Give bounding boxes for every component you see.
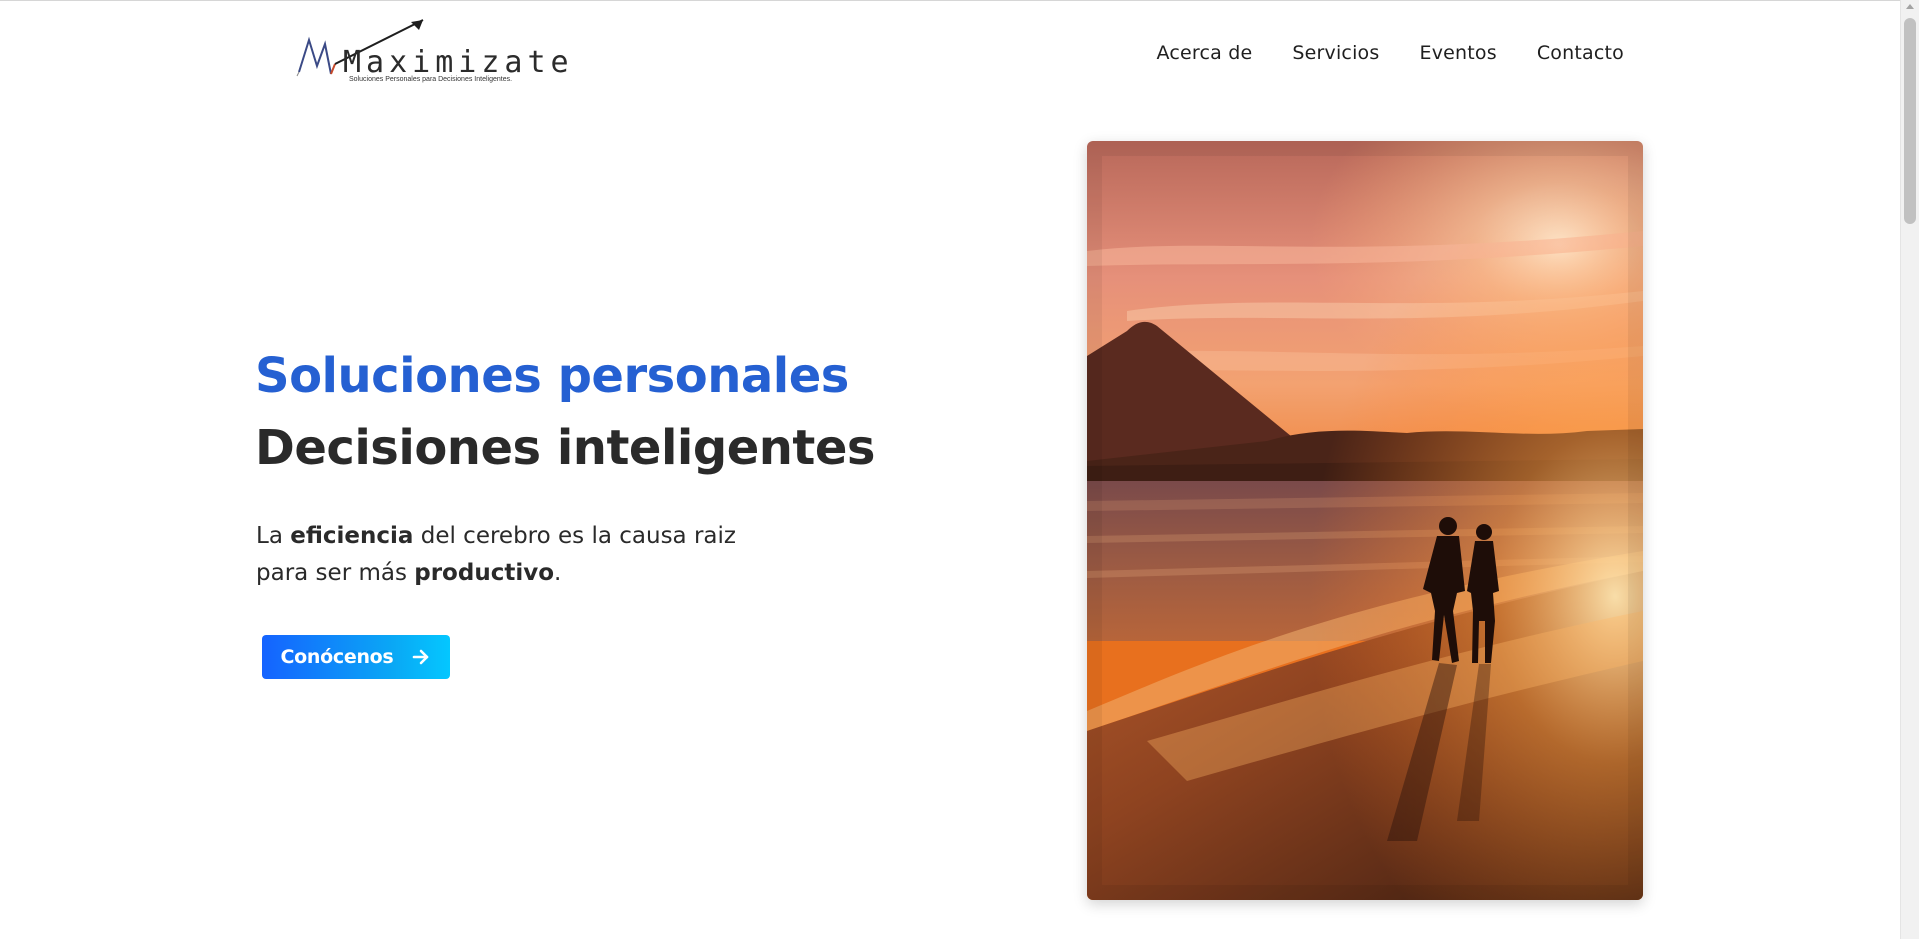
hero-description: La eficiencia del cerebro es la causa ra…	[256, 518, 776, 592]
scroll-up-icon[interactable]	[1906, 4, 1914, 9]
hero-text-segment: La	[256, 523, 291, 549]
page-scrollbar[interactable]	[1900, 0, 1919, 939]
logo-wordmark: Maximizate	[343, 45, 574, 80]
nav-item-acerca[interactable]: Acerca de	[1156, 42, 1252, 64]
hero-image	[1087, 141, 1643, 900]
nav-item-servicios[interactable]: Servicios	[1292, 42, 1379, 64]
scrollbar-thumb[interactable]	[1904, 18, 1916, 224]
main-nav: Acerca de Servicios Eventos Contacto	[1156, 42, 1624, 64]
conocenos-button-label: Conócenos	[280, 646, 394, 668]
hero-text-segment: .	[554, 560, 562, 586]
site-logo[interactable]: Maximizate Soluciones Personales para De…	[295, 14, 569, 94]
hero-text-segment: del cerebro es la causa raiz	[413, 523, 736, 549]
hero-title-line2: Decisiones inteligentes	[255, 420, 876, 476]
hero-title: Soluciones personales Decisiones intelig…	[255, 340, 876, 484]
hero-text-segment: para ser más	[256, 560, 415, 586]
hero-title-line1: Soluciones personales	[255, 348, 849, 404]
hero-bold-eficiencia: eficiencia	[290, 523, 414, 549]
logo-tagline: Soluciones Personales para Decisiones In…	[349, 76, 513, 83]
nav-item-eventos[interactable]: Eventos	[1419, 42, 1496, 64]
conocenos-button[interactable]: Conócenos	[262, 635, 450, 679]
top-border	[0, 0, 1900, 1]
nav-item-contacto[interactable]: Contacto	[1537, 42, 1624, 64]
arrow-right-icon	[411, 647, 431, 667]
hero-bold-productivo: productivo	[414, 560, 555, 586]
